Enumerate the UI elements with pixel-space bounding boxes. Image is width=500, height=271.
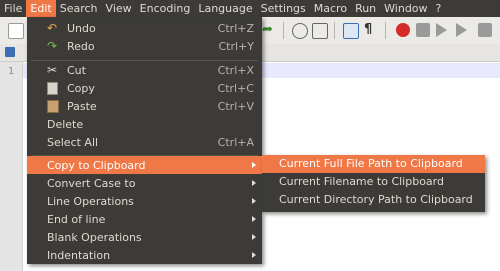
menu-item-shortcut: Ctrl+Z bbox=[217, 21, 254, 35]
submenu-item-full-file-path[interactable]: Current Full File Path to Clipboard bbox=[262, 155, 485, 173]
menu-item-indentation[interactable]: Indentation bbox=[27, 246, 262, 264]
stop-macro-icon[interactable] bbox=[416, 23, 430, 37]
submenu-arrow-icon bbox=[252, 216, 256, 222]
menu-item-copy-to-clipboard[interactable]: Copy to Clipboard bbox=[27, 156, 262, 174]
paste-icon bbox=[47, 100, 59, 113]
menu-item-label: Delete bbox=[47, 117, 84, 131]
play-macro-icon[interactable] bbox=[436, 23, 447, 37]
menu-item-select-all[interactable]: Select All Ctrl+A bbox=[27, 133, 262, 151]
submenu-arrow-icon bbox=[252, 180, 256, 186]
menu-item-paste[interactable]: Paste Ctrl+V bbox=[27, 97, 262, 115]
save-macro-icon[interactable] bbox=[478, 23, 492, 37]
menu-item-redo[interactable]: ↷ Redo Ctrl+Y bbox=[27, 37, 262, 55]
submenu-item-label: Current Directory Path to Clipboard bbox=[279, 193, 473, 206]
pilcrow-icon[interactable]: ¶ bbox=[364, 23, 378, 37]
menu-item-label: Line Operations bbox=[47, 194, 134, 208]
menu-run[interactable]: Run bbox=[351, 0, 380, 17]
menu-settings[interactable]: Settings bbox=[257, 0, 310, 17]
show-chars-icon[interactable] bbox=[343, 23, 359, 39]
menu-item-copy[interactable]: Copy Ctrl+C bbox=[27, 79, 262, 97]
submenu-item-filename[interactable]: Current Filename to Clipboard bbox=[262, 173, 485, 191]
line-number-gutter: 1 bbox=[0, 62, 23, 271]
menu-item-undo[interactable]: ↶ Undo Ctrl+Z bbox=[27, 19, 262, 37]
save-status-icon bbox=[5, 47, 15, 57]
menu-item-cut[interactable]: ✂ Cut Ctrl+X bbox=[27, 61, 262, 79]
menu-item-label: Paste bbox=[67, 99, 97, 113]
copy-to-clipboard-submenu: Current Full File Path to Clipboard Curr… bbox=[262, 155, 485, 212]
menu-item-label: Cut bbox=[67, 63, 86, 77]
menu-item-label: Copy bbox=[67, 81, 95, 95]
toolbar-separator bbox=[334, 22, 335, 39]
menu-item-label: Indentation bbox=[47, 248, 111, 262]
menu-view[interactable]: View bbox=[102, 0, 136, 17]
submenu-arrow-icon bbox=[252, 252, 256, 258]
run-multiple-icon[interactable] bbox=[456, 23, 467, 37]
menu-encoding[interactable]: Encoding bbox=[136, 0, 195, 17]
menu-item-end-of-line[interactable]: End of line bbox=[27, 210, 262, 228]
undo-icon: ↶ bbox=[47, 21, 58, 35]
menu-bar: File Edit Search View Encoding Language … bbox=[0, 0, 500, 17]
edit-menu: ↶ Undo Ctrl+Z ↷ Redo Ctrl+Y ✂ Cut Ctrl+X… bbox=[27, 17, 262, 264]
record-macro-icon[interactable] bbox=[396, 23, 410, 37]
menu-item-shortcut: Ctrl+C bbox=[217, 81, 254, 95]
copy-icon bbox=[47, 82, 58, 95]
menu-language[interactable]: Language bbox=[194, 0, 256, 17]
menu-search[interactable]: Search bbox=[56, 0, 102, 17]
cut-icon: ✂ bbox=[47, 63, 58, 77]
menu-item-label: End of line bbox=[47, 212, 106, 226]
menu-help[interactable]: ? bbox=[432, 0, 446, 17]
redo-toolbar-icon[interactable]: ➦ bbox=[262, 23, 276, 37]
menu-item-label: Select All bbox=[47, 135, 99, 149]
line-number: 1 bbox=[8, 66, 15, 77]
menu-window[interactable]: Window bbox=[380, 0, 431, 17]
menu-item-shortcut: Ctrl+V bbox=[217, 99, 254, 113]
menu-item-blank-operations[interactable]: Blank Operations bbox=[27, 228, 262, 246]
submenu-item-label: Current Full File Path to Clipboard bbox=[279, 157, 463, 170]
submenu-item-directory-path[interactable]: Current Directory Path to Clipboard bbox=[262, 191, 485, 209]
menu-item-label: Undo bbox=[67, 21, 96, 35]
menu-item-shortcut: Ctrl+Y bbox=[218, 39, 254, 53]
redo-icon: ↷ bbox=[47, 39, 58, 53]
menu-item-label: Redo bbox=[67, 39, 95, 53]
replace-icon[interactable] bbox=[312, 23, 328, 39]
menu-item-label: Copy to Clipboard bbox=[47, 158, 146, 172]
find-icon[interactable] bbox=[292, 23, 308, 39]
submenu-arrow-icon bbox=[252, 234, 256, 240]
new-file-icon[interactable] bbox=[8, 23, 24, 39]
menu-item-delete[interactable]: Delete bbox=[27, 115, 262, 133]
menu-macro[interactable]: Macro bbox=[310, 0, 351, 17]
toolbar-separator bbox=[385, 22, 386, 39]
menu-item-shortcut: Ctrl+A bbox=[217, 135, 254, 149]
toolbar-separator bbox=[283, 22, 284, 39]
menu-item-shortcut: Ctrl+X bbox=[217, 63, 254, 77]
submenu-arrow-icon bbox=[252, 162, 256, 168]
menu-item-convert-case[interactable]: Convert Case to bbox=[27, 174, 262, 192]
menu-item-label: Blank Operations bbox=[47, 230, 142, 244]
menu-item-line-operations[interactable]: Line Operations bbox=[27, 192, 262, 210]
menu-edit[interactable]: Edit bbox=[26, 0, 56, 17]
menu-file[interactable]: File bbox=[0, 0, 26, 17]
menu-item-label: Convert Case to bbox=[47, 176, 136, 190]
submenu-arrow-icon bbox=[252, 198, 256, 204]
submenu-item-label: Current Filename to Clipboard bbox=[279, 175, 444, 188]
